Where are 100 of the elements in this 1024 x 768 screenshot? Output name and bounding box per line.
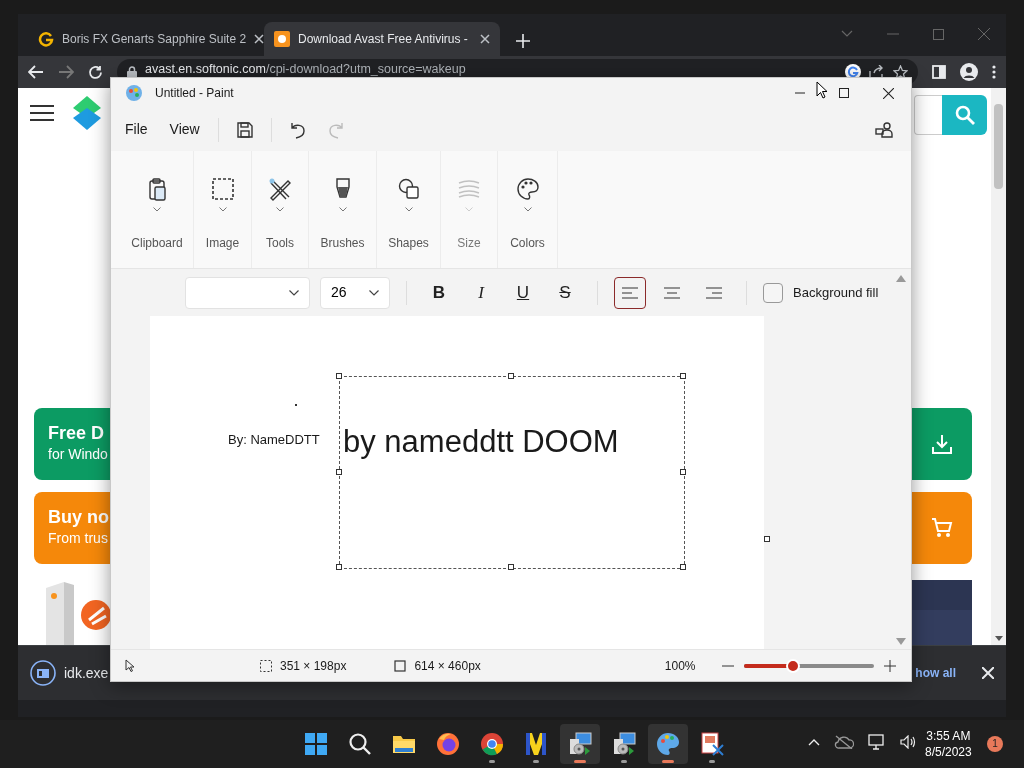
line-width-icon xyxy=(457,177,481,201)
canvas-size-icon xyxy=(394,659,407,672)
time-text: 3:55 AM xyxy=(925,728,972,744)
group-label: Colors xyxy=(510,235,545,252)
people-icon xyxy=(875,121,893,138)
group-label: Size xyxy=(457,235,481,252)
network-icon[interactable] xyxy=(868,734,886,750)
chevron-down-icon[interactable] xyxy=(841,30,853,38)
chevron-up-icon[interactable] xyxy=(808,738,820,746)
chrome-icon xyxy=(479,731,505,757)
date-text: 8/5/2023 xyxy=(925,744,972,760)
zoom-out-icon[interactable] xyxy=(721,664,734,667)
menu-icon[interactable] xyxy=(30,104,54,122)
mouse-cursor-icon xyxy=(816,81,828,99)
checkbox[interactable] xyxy=(763,282,783,303)
text-box[interactable]: by nameddtt DOOM xyxy=(339,376,685,569)
resize-handle[interactable] xyxy=(508,373,514,379)
resize-handle[interactable] xyxy=(336,564,342,570)
shapes-icon xyxy=(396,177,421,201)
zoom-in-icon[interactable] xyxy=(883,659,896,672)
side-panel-icon[interactable] xyxy=(932,65,946,79)
resize-handle[interactable] xyxy=(764,536,770,542)
group-label: Tools xyxy=(266,235,294,252)
installer-icon xyxy=(611,731,637,757)
group-label: Brushes xyxy=(320,235,365,252)
align-left-button[interactable] xyxy=(614,276,646,309)
profile-icon[interactable] xyxy=(960,63,978,81)
resize-handle[interactable] xyxy=(508,564,514,570)
download-icon xyxy=(932,434,952,454)
caret-icon xyxy=(153,207,161,212)
caret-icon xyxy=(276,207,284,212)
resize-handle[interactable] xyxy=(680,564,686,570)
browser-tab[interactable]: Boris FX Genarts Sapphire Suite 2 xyxy=(28,22,264,56)
notification-badge[interactable]: 1 xyxy=(987,736,1003,752)
palette-icon xyxy=(655,731,681,757)
scroll-up-icon[interactable] xyxy=(896,275,906,282)
italic-button[interactable]: I xyxy=(465,276,497,309)
new-tab-icon[interactable] xyxy=(516,34,530,48)
windows-icon xyxy=(303,731,329,757)
pointer-icon xyxy=(125,659,135,672)
caret-icon xyxy=(369,289,379,296)
resize-handle[interactable] xyxy=(680,373,686,379)
cloud-off-icon[interactable] xyxy=(834,735,854,749)
undo-icon xyxy=(289,120,306,139)
caret-icon xyxy=(465,207,473,212)
buy-button[interactable] xyxy=(912,492,972,564)
card-title: Free D xyxy=(48,422,106,445)
menu-item[interactable]: File xyxy=(115,115,158,144)
window-title: Untitled - Paint xyxy=(155,85,234,102)
scroll-down-icon[interactable] xyxy=(995,636,1003,641)
underline-button[interactable]: U xyxy=(507,276,539,309)
align-center-icon xyxy=(664,286,680,299)
resize-handle[interactable] xyxy=(336,468,342,475)
redo-icon xyxy=(327,120,344,139)
menu-item[interactable]: View xyxy=(159,115,210,144)
selection-icon xyxy=(210,177,235,201)
group-label: Clipboard xyxy=(131,235,183,252)
bold-button[interactable]: B xyxy=(423,276,455,309)
canvas[interactable]: By: NameDDTT by nameddtt DOOM xyxy=(150,316,764,649)
promo-card[interactable]: Free D for Windo xyxy=(34,408,110,480)
paint-logo-icon xyxy=(125,84,143,102)
caret-icon xyxy=(218,207,227,212)
file-icon xyxy=(30,660,56,686)
volume-icon[interactable] xyxy=(900,735,916,749)
selection-size: 351 × 198px xyxy=(280,657,347,675)
snipping-icon xyxy=(699,731,725,757)
browser-tab[interactable]: Download Avast Free Antivirus - xyxy=(264,22,500,56)
strike-button[interactable]: S xyxy=(549,276,581,309)
star-icon[interactable] xyxy=(893,64,908,80)
maximize-icon[interactable] xyxy=(839,88,849,98)
card-subtitle: From trus xyxy=(48,529,109,549)
resize-handle[interactable] xyxy=(336,373,342,379)
zoom-level: 100% xyxy=(664,657,696,675)
close-icon[interactable] xyxy=(883,87,894,99)
palette-icon xyxy=(515,177,540,201)
download-button[interactable] xyxy=(912,408,972,480)
caret-icon xyxy=(523,207,532,212)
cart-icon xyxy=(931,517,953,539)
caret-icon xyxy=(404,207,413,212)
forward-arrow-icon[interactable] xyxy=(58,65,74,79)
firefox-icon xyxy=(435,731,461,757)
save-icon xyxy=(236,121,253,138)
resize-handle[interactable] xyxy=(680,468,686,475)
checkbox-label: Background fill xyxy=(793,283,879,302)
m-logo-icon xyxy=(523,731,549,757)
menu-icon[interactable] xyxy=(992,65,996,79)
file-name[interactable]: idk.exe xyxy=(64,662,109,684)
reload-icon[interactable] xyxy=(88,64,103,80)
show-all-link[interactable]: how all xyxy=(915,664,956,682)
avast-logo-icon xyxy=(274,31,290,47)
search-icon xyxy=(347,731,373,757)
scrollbar-thumb[interactable] xyxy=(994,104,1003,189)
align-right-icon xyxy=(706,286,722,299)
logo-icon[interactable] xyxy=(73,96,101,130)
slider-thumb[interactable] xyxy=(785,658,800,673)
canvas-text: By: NameDDTT xyxy=(228,431,320,449)
font-size-dropdown[interactable]: 26 xyxy=(320,276,390,309)
taskbar-app[interactable] xyxy=(560,724,600,764)
back-arrow-icon[interactable] xyxy=(28,65,44,79)
clock[interactable]: 3:55 AM 8/5/2023 xyxy=(925,728,972,760)
